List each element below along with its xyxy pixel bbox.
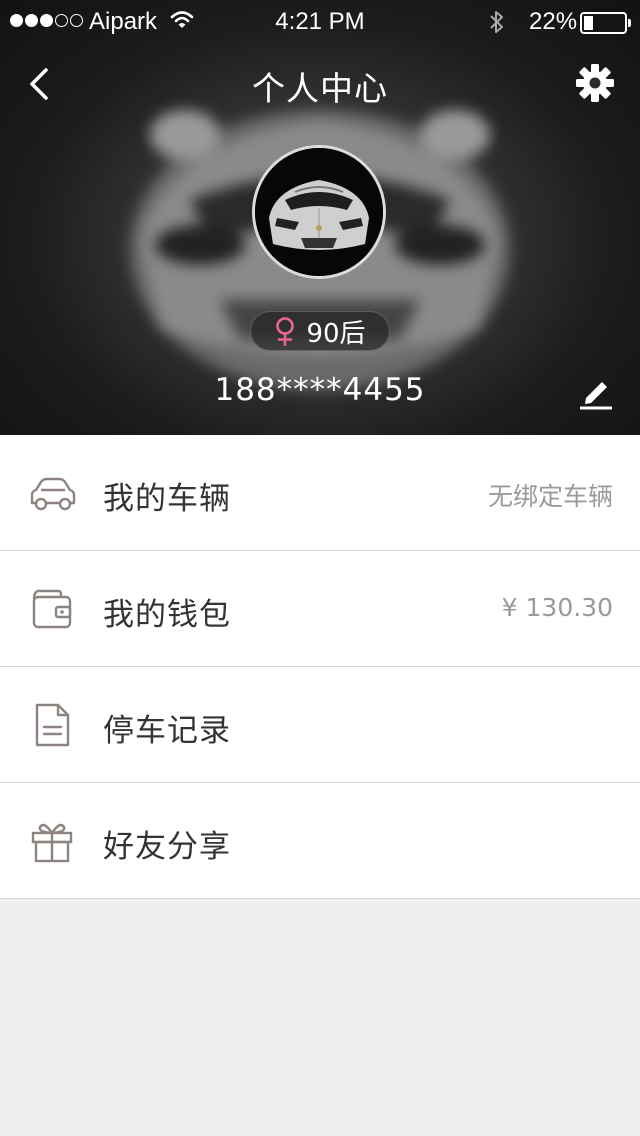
menu-item-value: 无绑定车辆: [487, 482, 613, 511]
gear-icon[interactable]: [574, 62, 616, 104]
female-icon: [276, 317, 295, 346]
menu-item-label: 好友分享: [103, 829, 231, 865]
age-tag-label: 90后: [306, 318, 366, 349]
menu-item-my-vehicle[interactable]: 我的车辆 无绑定车辆: [0, 435, 640, 551]
avatar[interactable]: [252, 145, 386, 279]
gift-icon: [31, 823, 73, 863]
car-avatar-image: [255, 148, 383, 276]
menu-item-parking-records[interactable]: 停车记录: [0, 667, 640, 783]
battery-percent: 22%: [529, 8, 578, 35]
menu-item-label: 停车记录: [103, 713, 231, 749]
document-icon: [35, 703, 70, 747]
age-tag-badge: 90后: [250, 311, 390, 351]
menu-item-value: ¥ 130.30: [501, 593, 613, 622]
pencil-icon[interactable]: [578, 374, 614, 410]
menu-item-label: 我的钱包: [103, 597, 231, 633]
wallet-icon: [32, 589, 72, 629]
user-phone-number: 188****4455: [214, 372, 426, 408]
car-icon: [30, 477, 76, 511]
menu-item-label: 我的车辆: [103, 481, 231, 517]
page-title: 个人中心: [252, 69, 388, 108]
menu-list: 我的车辆 无绑定车辆 我的钱包 ¥ 130.30 停车记录 好友分享: [0, 435, 640, 899]
menu-item-my-wallet[interactable]: 我的钱包 ¥ 130.30: [0, 551, 640, 667]
profile-header: Aipark 4:21 PM 22% 个人中心 90后 188****4455: [0, 0, 640, 435]
battery-level-fill: [584, 16, 593, 30]
battery-icon: [580, 12, 631, 34]
menu-item-share-friends[interactable]: 好友分享: [0, 783, 640, 899]
bluetooth-icon: [490, 11, 503, 33]
status-bar: Aipark 4:21 PM 22%: [0, 0, 640, 40]
